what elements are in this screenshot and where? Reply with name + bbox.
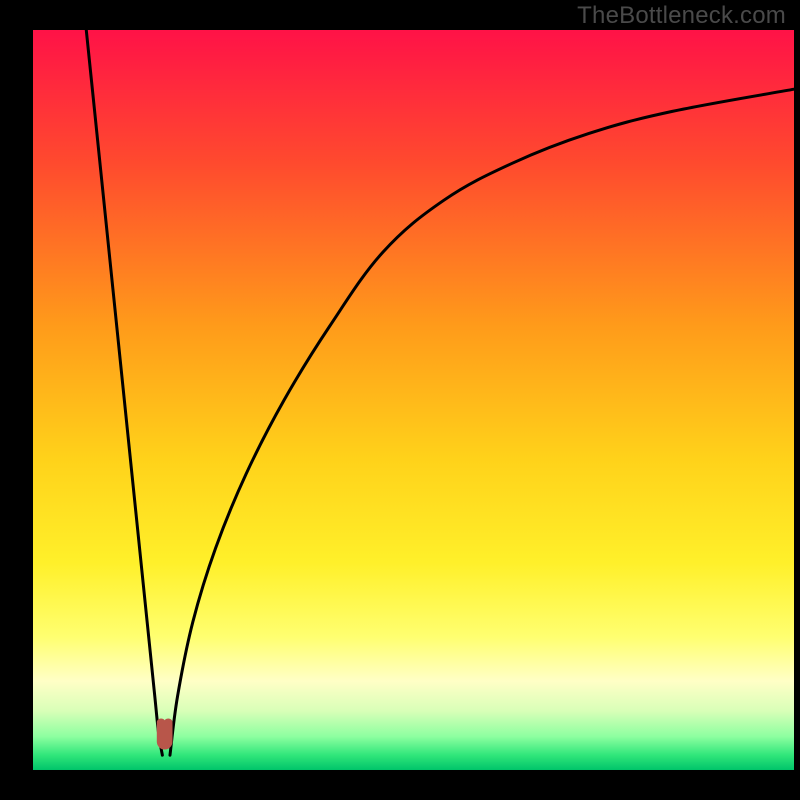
dip-marker xyxy=(158,720,172,749)
chart-container: TheBottleneck.com xyxy=(0,0,800,800)
bottleneck-chart xyxy=(0,0,800,800)
watermark-label: TheBottleneck.com xyxy=(577,2,786,30)
plot-background xyxy=(33,30,794,770)
